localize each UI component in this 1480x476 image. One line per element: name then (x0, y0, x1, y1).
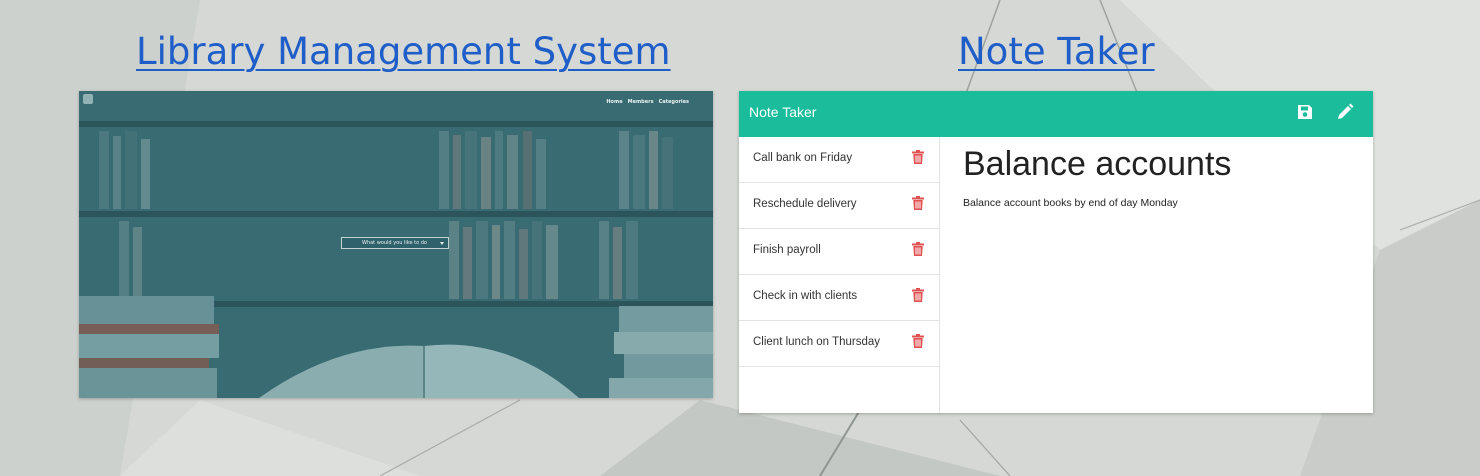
chevron-down-icon (440, 242, 444, 245)
active-note-body: Balance account books by end of day Mond… (963, 197, 1178, 209)
note-taker-app-title: Note Taker (749, 104, 817, 120)
note-list-item: Reschedule delivery (739, 183, 939, 229)
notes-list: Call bank on Friday Reschedule delivery (739, 137, 940, 413)
note-title: Check in with clients (753, 290, 858, 302)
note-title: Call bank on Friday (753, 152, 853, 164)
note-title: Finish payroll (753, 244, 821, 256)
trash-icon (912, 288, 924, 302)
note-taker-header: Note Taker (739, 91, 1373, 137)
library-nav-categories: Categories (658, 99, 689, 105)
active-note-title: Balance accounts (963, 145, 1232, 183)
library-logo-icon (83, 94, 93, 104)
library-management-system-link[interactable]: Library Management System (136, 26, 671, 78)
pencil-icon (1338, 103, 1354, 119)
library-nav: Home Members Categories (606, 99, 689, 105)
note-list-item: Call bank on Friday (739, 137, 939, 183)
note-taker-preview[interactable]: Note Taker Call bank on Friday Reschedul… (739, 91, 1373, 413)
trash-icon (912, 150, 924, 164)
note-list-item: Check in with clients (739, 275, 939, 321)
note-list-item: Finish payroll (739, 229, 939, 275)
trash-icon (912, 242, 924, 256)
trash-icon (912, 334, 924, 348)
note-list-item: Client lunch on Thursday (739, 321, 939, 367)
library-select-placeholder: What would you like to do (362, 240, 427, 246)
library-management-preview[interactable]: Home Members Categories What would you l… (79, 91, 713, 398)
library-action-select: What would you like to do (341, 237, 449, 249)
library-nav-members: Members (627, 99, 654, 105)
save-icon (1298, 105, 1312, 119)
library-nav-home: Home (606, 99, 623, 105)
note-taker-link[interactable]: Note Taker (958, 26, 1155, 78)
note-title: Reschedule delivery (753, 198, 857, 210)
trash-icon (912, 196, 924, 210)
note-title: Client lunch on Thursday (753, 336, 880, 348)
